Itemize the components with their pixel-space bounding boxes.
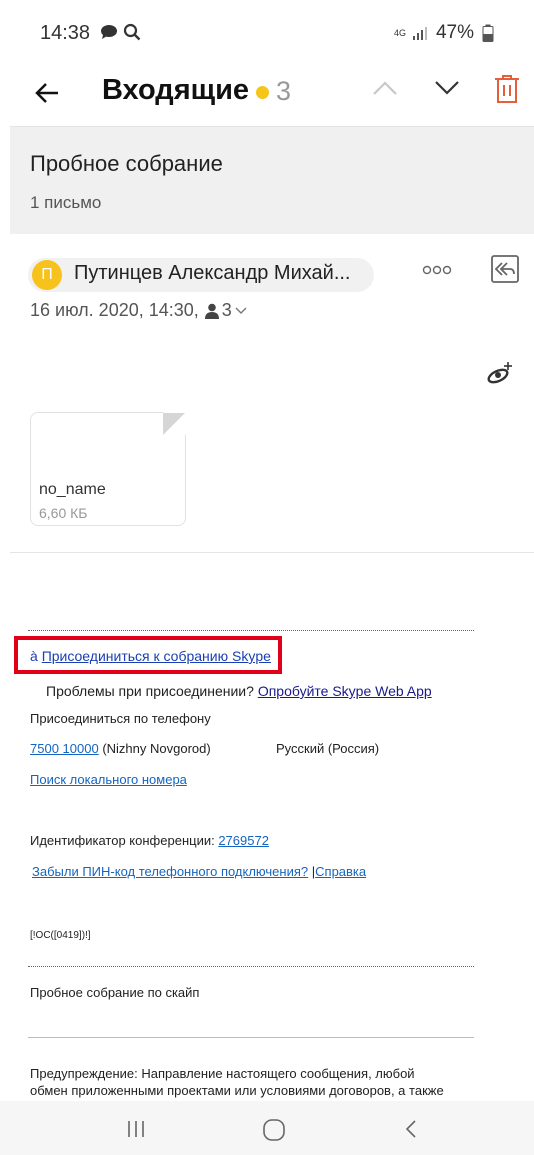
system-back-button[interactable] [404,1119,418,1144]
recent-apps-icon [128,1121,144,1137]
join-skype-link[interactable]: Присоединиться к собранию Skype [42,648,271,664]
person-icon [204,303,219,319]
battery-icon [482,24,494,42]
delete-button[interactable] [494,74,520,109]
forgot-pin-link[interactable]: Забыли ПИН-код телефонного подключения? [32,864,308,879]
dotted-divider [28,630,474,631]
chat-icon [100,25,117,39]
battery-percent: 47% [435,22,474,43]
help-link[interactable]: Справка [315,864,366,879]
more-options-button[interactable] [422,262,452,278]
message-date: 16 июл. 2020, 14:30, [30,300,199,320]
problems-text: Проблемы при присоединении? [46,683,254,699]
trash-icon [495,75,519,103]
home-button[interactable] [262,1119,286,1146]
thread-subject: Пробное собрание [30,151,223,176]
phone-number-link[interactable]: 7500 10000 [30,741,99,756]
phone-city: (Nizhny Novgorod) [102,741,211,756]
status-bar: 14:38 4G 47% [0,0,534,64]
app-header: Входящие 3 [0,64,534,124]
network-type: 4G [393,27,406,38]
message-meta: 16 июл. 2020, 14:30, 3 [30,300,247,321]
back-button[interactable] [34,74,60,114]
more-horizontal-icon [422,265,452,275]
skype-web-app-link[interactable]: Опробуйте Skype Web App [258,683,432,699]
system-nav-bar [0,1101,534,1155]
status-time: 14:38 [40,22,91,44]
previous-button[interactable] [372,80,398,101]
arrow-left-icon [35,83,58,103]
signal-icon [412,27,427,40]
recipient-count: 3 [221,300,232,320]
local-number-link[interactable]: Поиск локального номера [30,772,187,787]
home-icon [263,1119,285,1141]
unread-dot [256,86,269,99]
attachment-size: 6,60 КБ [39,505,88,521]
conference-id-link[interactable]: 2769572 [218,833,269,848]
join-prefix: à [30,648,38,664]
chevron-down-icon [235,307,247,314]
chevron-up-icon [373,81,397,95]
attachment-name: no_name [39,481,106,498]
recipients-toggle[interactable]: 3 [204,300,247,321]
thread-message-count: 1 письмо [30,193,102,212]
folder-title[interactable]: Входящие [102,74,249,107]
sender-name[interactable]: Путинцев Александр Михай... [74,262,350,285]
search-icon [124,23,141,41]
dotted-divider [28,966,474,967]
reply-all-icon [491,255,519,283]
footer-subject: Пробное собрание по скайп [30,985,200,1000]
phone-language: Русский (Россия) [276,741,380,756]
attachment-card[interactable]: no_name 6,60 КБ [30,412,186,526]
oc-code: [!OC([0419])!] [30,930,91,941]
chevron-down-icon [435,81,459,95]
warning-line-1: Предупреждение: Направление настоящего с… [30,1066,415,1081]
unread-count: 3 [276,76,292,106]
reply-all-button[interactable] [490,254,520,289]
conference-id-label: Идентификатор конференции: [30,833,215,848]
avatar: П [32,260,62,290]
add-contact-icon [487,362,512,384]
warning-line-2: обмен приложенными проектами или условия… [30,1083,444,1098]
back-chevron-icon [405,1120,416,1138]
divider [28,1037,474,1038]
divider [10,552,534,553]
next-button[interactable] [434,80,460,101]
add-contact-button[interactable] [486,360,514,393]
file-corner-icon [163,413,185,435]
recent-apps-button[interactable] [126,1119,146,1144]
phone-join-label: Присоединиться по телефону [30,711,211,726]
thread-header: Пробное собрание 1 письмо [10,126,534,234]
